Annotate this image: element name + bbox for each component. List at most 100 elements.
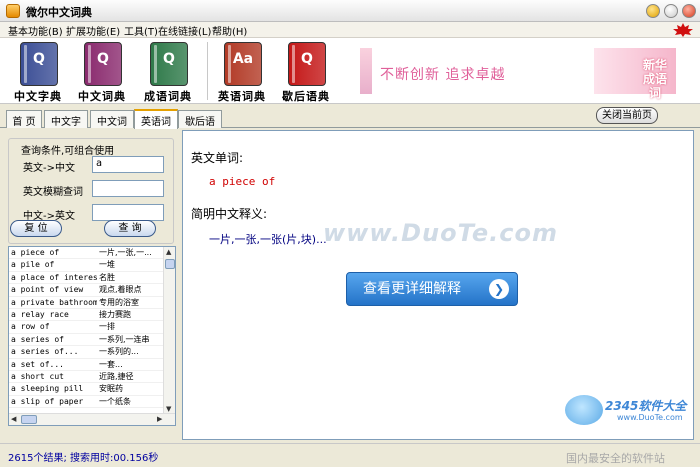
scroll-down-icon[interactable]: ▼ [166, 405, 171, 413]
tab-xiehouyu[interactable]: 歇后语典 [178, 110, 222, 143]
slogan-banner: 不断创新 追求卓越 [360, 48, 540, 94]
list-item-chinese: 一排 [99, 322, 115, 332]
list-item-chinese: 专用的浴室 [99, 297, 139, 307]
list-item-english: a set of... [11, 359, 64, 369]
word-list-rows: a piece of 一片,一张,一... a pile of 一堆 a place o… [9, 247, 164, 409]
list-item[interactable]: a point of view 观点,着眼点 [9, 284, 164, 297]
title-bar: 微尔中文词典 [0, 0, 700, 22]
horizontal-scrollbar[interactable]: ◀ ▶ [9, 413, 175, 425]
scroll-up-icon[interactable]: ▲ [166, 248, 171, 256]
menu-basic[interactable]: 基本功能(B) [8, 23, 63, 38]
search-button[interactable]: 查 询 [104, 220, 156, 237]
chinese-to-english-input[interactable] [92, 204, 164, 221]
toolbar-idiom-dictionary[interactable]: Q 成语词典 [138, 40, 198, 103]
scrollbar-thumb[interactable] [165, 259, 175, 269]
list-item-english: a slip of paper [11, 396, 84, 406]
menu-online-links[interactable]: 在线链接(L) [158, 23, 211, 38]
list-item-english: a series of... [11, 347, 79, 357]
query-label-en-zh: 英文->中文 [23, 163, 75, 174]
toolbar-label: 歇后语典 [282, 90, 330, 103]
toolbar-english-dictionary[interactable]: Aa 英语词典 [212, 40, 272, 103]
reset-button[interactable]: 复 位 [10, 220, 62, 237]
close-button[interactable] [682, 4, 696, 18]
list-item-chinese: 观点,着眼点 [99, 285, 142, 295]
vertical-scrollbar[interactable]: ▲ ▼ [163, 247, 175, 415]
scroll-left-icon[interactable]: ◀ [11, 415, 16, 423]
status-bar: 2615个结果; 搜索用时:00.156秒 国内最安全的软件站 [0, 443, 700, 467]
menu-help[interactable]: 帮助(H) [212, 23, 247, 38]
brand-logo: 2345软件大全 www.DuoTe.com [565, 393, 693, 439]
menu-extended[interactable]: 扩展功能(E) [66, 23, 120, 38]
arrow-right-icon: ❯ [489, 279, 509, 299]
list-item-chinese: 近路,捷径 [99, 371, 134, 381]
brand-name: 2345软件大全 [605, 399, 687, 413]
maple-leaf-logo-icon [673, 23, 693, 37]
list-item[interactable]: a piece of 一片,一张,一... [9, 247, 164, 260]
list-item-english: a short cut [11, 371, 64, 381]
toolbar-xiehouyu-dictionary[interactable]: Q 歇后语典 [276, 40, 336, 103]
toolbar-label: 中文词典 [78, 90, 126, 103]
query-label-fuzzy: 英文模糊查词 [23, 187, 83, 198]
tab-chinese-word[interactable]: 中文词典 [90, 110, 134, 143]
list-item[interactable]: a short cut 近路,捷径 [9, 371, 164, 384]
menu-tools[interactable]: 工具(T) [124, 23, 158, 38]
list-item-chinese: 安眠药 [99, 384, 123, 394]
list-item-chinese: 接力赛跑 [99, 309, 131, 319]
site-watermark: www.DuoTe.com [323, 219, 558, 247]
close-current-page-button[interactable]: 关闭当前页 [596, 107, 658, 124]
list-item[interactable]: a sleeping pill 安眠药 [9, 383, 164, 396]
ad-banner[interactable]: 新华成语词 [594, 48, 676, 100]
list-item-english: a sleeping pill [11, 384, 84, 394]
brand-url: www.DuoTe.com [617, 413, 683, 422]
list-item[interactable]: a private bathroom 专用的浴室 [9, 297, 164, 309]
dictionary-book-icon: Q [84, 42, 122, 86]
list-item-chinese: 名胜 [99, 272, 115, 282]
menu-bar: 基本功能(B) 扩展功能(E) 工具(T) 在线链接(L) 帮助(H) [0, 22, 700, 38]
list-item[interactable]: a series of... 一系列的... [9, 346, 164, 359]
entry-meaning: 一片,一张,一张(片,块)... [209, 233, 327, 246]
tab-chinese-char[interactable]: 中文字典 [44, 110, 88, 143]
query-legend: 查询条件,可组合使用 [19, 142, 117, 157]
list-item-english: a relay race [11, 309, 69, 319]
entry-word: a piece of [209, 175, 276, 188]
app-icon [6, 4, 20, 18]
list-item-english: a piece of [11, 248, 60, 257]
idiom-book-icon: Q [150, 42, 188, 86]
tab-english[interactable]: 英语词典 [134, 109, 178, 143]
maximize-button[interactable] [664, 4, 678, 18]
minimize-button[interactable] [646, 4, 660, 18]
list-item[interactable]: a slip of paper 一个纸条 [9, 396, 164, 409]
list-item[interactable]: a relay race 接力赛跑 [9, 309, 164, 322]
toolbar-chinese-char-dictionary[interactable]: Q 中文字典 [8, 40, 68, 103]
word-list[interactable]: a piece of 一片,一张,一... a pile of 一堆 a place o… [8, 246, 176, 426]
corner-watermark: 国内最安全的软件站 [566, 452, 665, 465]
toolbar-label: 中文字典 [14, 90, 62, 103]
toolbar-label: 成语词典 [144, 90, 192, 103]
list-item[interactable]: a pile of 一堆 [9, 259, 164, 272]
toolbar-chinese-word-dictionary[interactable]: Q 中文词典 [72, 40, 132, 103]
word-label: 英文单词: [191, 151, 244, 165]
meaning-label: 简明中文释义: [191, 207, 268, 221]
dictionary-book-icon: Q [20, 42, 58, 86]
english-fuzzy-input[interactable] [92, 180, 164, 197]
scrollbar-thumb[interactable] [21, 415, 37, 424]
list-item[interactable]: a place of interest 名胜 [9, 272, 164, 285]
list-item[interactable]: a series of 一系列,一连串 [9, 334, 164, 347]
banner-stripe [360, 48, 372, 94]
list-item[interactable]: a row of 一排 [9, 321, 164, 334]
window-title: 微尔中文词典 [26, 6, 92, 19]
more-details-label: 查看更详细解释 [363, 281, 461, 297]
list-item-chinese: 一个纸条 [99, 396, 131, 406]
list-item-chinese: 一片,一张,一... [99, 248, 152, 257]
list-item-english: a pile of [11, 260, 55, 270]
banner-text: 不断创新 追求卓越 [380, 67, 506, 83]
english-to-chinese-input[interactable]: a [92, 156, 164, 173]
list-item[interactable]: a set of... 一套... [9, 359, 164, 371]
list-item-english: a point of view [11, 285, 84, 295]
more-details-button[interactable]: 查看更详细解释 ❯ [346, 272, 518, 306]
tab-home[interactable]: 首 页 [6, 110, 42, 128]
scroll-right-icon[interactable]: ▶ [157, 415, 162, 423]
list-item-chinese: 一系列,一连串 [99, 334, 150, 344]
list-item-english: a row of [11, 322, 50, 332]
tab-bar: 首 页 中文字典 中文词典 英语词典 歇后语典 [0, 104, 700, 143]
